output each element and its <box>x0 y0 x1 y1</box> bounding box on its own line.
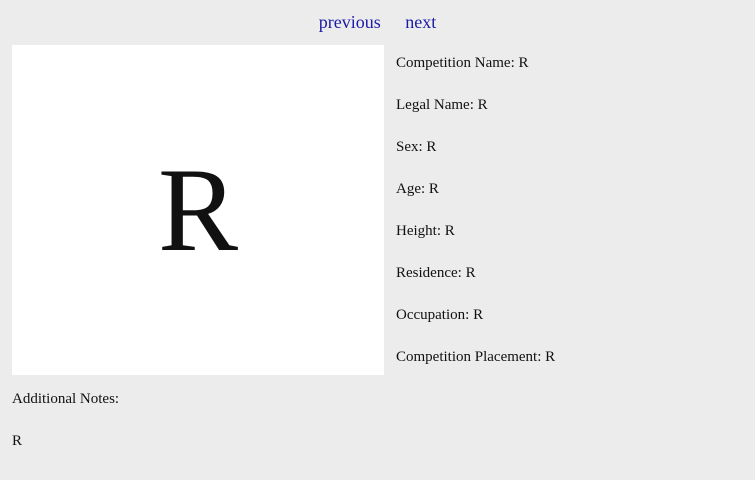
field-height: Height: R <box>396 220 746 262</box>
next-link[interactable]: next <box>405 12 436 32</box>
profile-image-letter: R <box>157 143 239 276</box>
previous-link[interactable]: previous <box>319 12 381 32</box>
field-legal-name: Legal Name: R <box>396 94 746 136</box>
field-label: Age: <box>396 181 426 197</box>
field-label: Height: <box>396 223 441 239</box>
field-label: Legal Name: <box>396 97 474 113</box>
field-occupation: Occupation: R <box>396 304 746 346</box>
field-value: R <box>465 265 476 281</box>
field-age: Age: R <box>396 178 746 220</box>
field-label: Competition Placement: <box>396 349 542 365</box>
field-value: R <box>518 55 529 71</box>
profile-image: R <box>12 45 384 375</box>
additional-notes-label: Additional Notes: <box>12 391 120 407</box>
field-value: R <box>426 139 437 155</box>
field-sex: Sex: R <box>396 136 746 178</box>
pager-nav: previous next <box>0 10 755 34</box>
field-value: R <box>428 181 439 197</box>
field-value: R <box>444 223 455 239</box>
field-competition-placement: Competition Placement: R <box>396 346 746 388</box>
profile-details: Competition Name: R Legal Name: R Sex: R… <box>396 52 746 388</box>
field-residence: Residence: R <box>396 262 746 304</box>
field-label: Competition Name: <box>396 55 515 71</box>
field-label: Sex: <box>396 139 423 155</box>
field-value: R <box>545 349 556 365</box>
field-label: Residence: <box>396 265 462 281</box>
field-label: Occupation: <box>396 307 470 323</box>
field-competition-name: Competition Name: R <box>396 52 746 94</box>
field-value: R <box>477 97 488 113</box>
field-value: R <box>473 307 484 323</box>
additional-notes-value: R <box>12 433 23 449</box>
